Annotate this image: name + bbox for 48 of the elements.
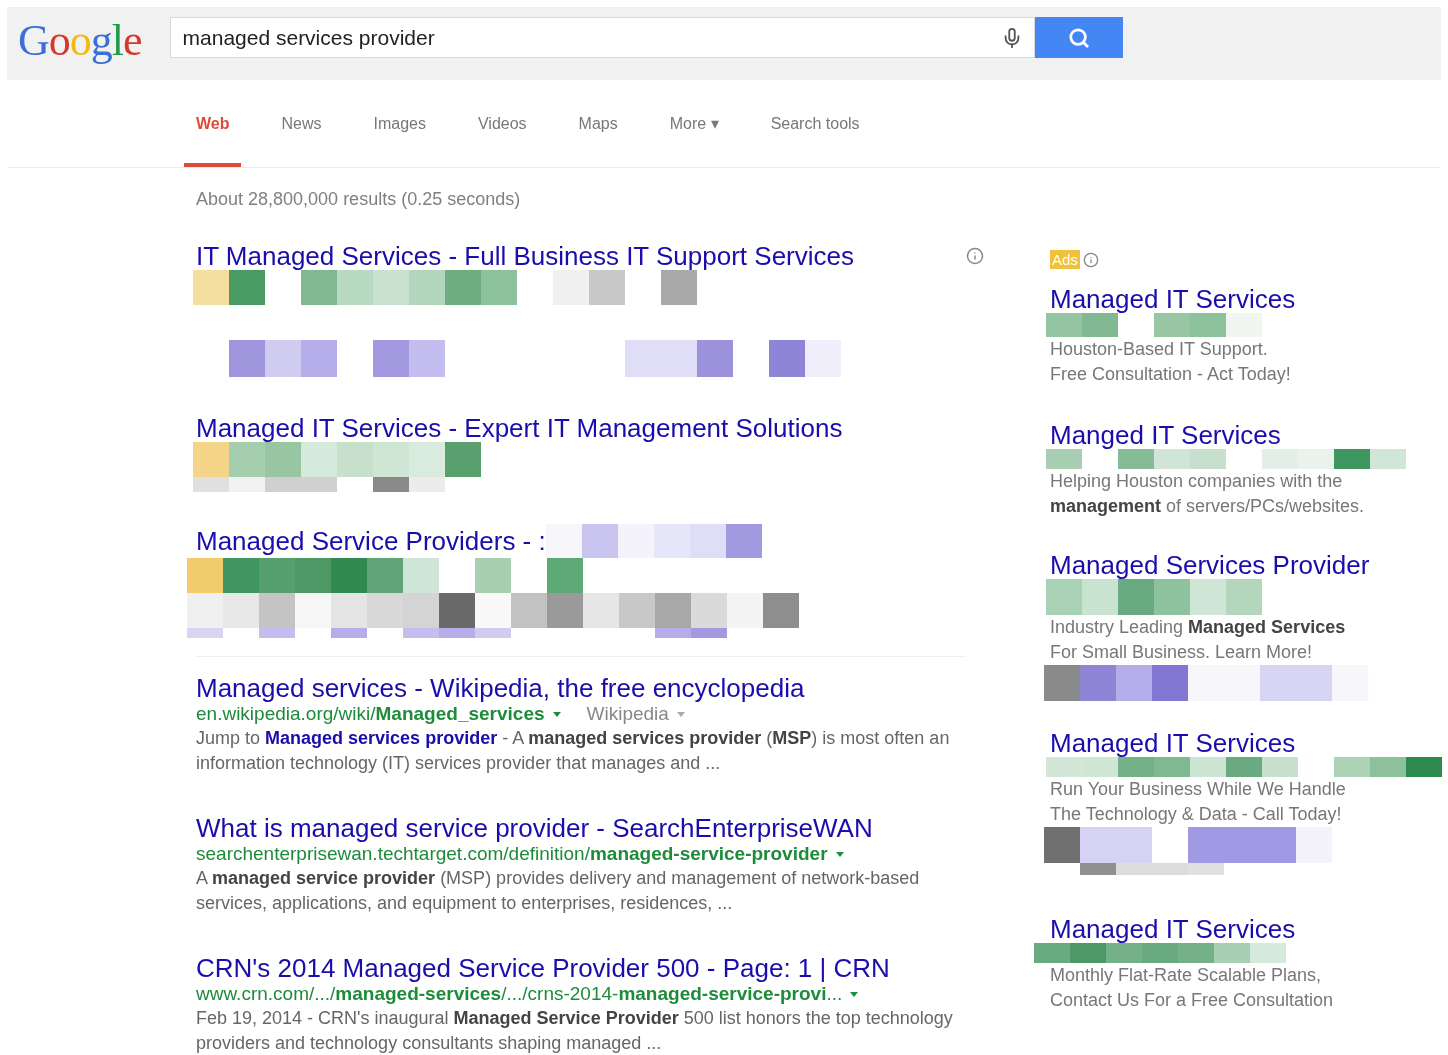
result-title[interactable]: What is managed service provider - SearchEnterpriseWAN [196,814,873,842]
result-stats: About 28,800,000 results (0.25 seconds) [196,188,521,210]
ad-text: Helping Houston companies with the [1050,470,1343,493]
search-field[interactable]: managed services provider [169,17,1035,58]
info-icon[interactable] [966,247,984,265]
search-tab[interactable]: Maps [566,80,630,167]
result-title[interactable]: Managed Service Providers - : [196,527,546,555]
ad-text: Industry Leading Managed Services [1050,616,1346,639]
ad-text: Monthly Flat-Rate Scalable Plans, [1050,964,1322,987]
ad-text: Houston-Based IT Support. [1050,338,1268,361]
result-snippet: Jump to Managed services provider - A managed services provider (MSP) is most often an information technology (IT) services provider that manages and ... [196,727,951,775]
result-url: www.crn.com/.../managed-services/.../crns-2014-managed-service-provi... [196,982,843,1006]
ad-text: Run Your Business While We Handle [1050,778,1346,801]
search-tab[interactable]: Search tools [758,80,872,167]
ad-title[interactable]: Managed IT Services [1050,285,1296,313]
google-logo: Google [18,17,142,65]
ad-text: Contact Us For a Free Consultation [1050,989,1334,1012]
ad-text: management of servers/PCs/websites. [1050,495,1365,518]
search-tab[interactable]: More ▾ [657,80,731,167]
result-snippet: A managed service provider (MSP) provides delivery and management of network-based services, applications, and equipment to enterprises, residences, ... [196,867,921,915]
search-icon [1067,26,1090,49]
search-tab[interactable]: Videos [465,80,539,167]
ads-badge: Ads [1050,250,1080,269]
result-url: en.wikipedia.org/wiki/Managed_services [196,702,545,726]
ad-title[interactable]: Manged IT Services [1050,421,1281,449]
search-tab[interactable]: Web [184,80,242,167]
result-title[interactable]: Managed IT Services - Expert IT Management Solutions [196,414,843,442]
caret-icon[interactable] [676,711,685,717]
result-title[interactable]: Managed services - Wikipedia, the free encyclopedia [196,674,805,702]
result-title[interactable]: CRN's 2014 Managed Service Provider 500 - Page: 1 | CRN [196,954,890,982]
search-tab[interactable]: News [269,80,334,167]
caret-icon[interactable] [835,851,844,857]
caret-icon[interactable] [552,711,561,717]
info-icon[interactable] [1082,251,1099,268]
caret-icon[interactable] [850,991,859,997]
ad-title[interactable]: Managed IT Services [1050,729,1296,757]
source-label: Wikipedia [586,702,669,726]
jump-link[interactable]: Managed services provider [265,728,498,748]
ad-text: Free Consultation - Act Today! [1050,363,1291,386]
result-url: searchenterprisewan.techtarget.com/definition/managed-service-provider [196,842,828,866]
ad-text: The Technology & Data - Call Today! [1050,803,1342,826]
search-tab[interactable]: Images [361,80,438,167]
search-button[interactable] [1034,17,1123,58]
ad-title[interactable]: Managed Services Provider [1050,551,1370,579]
ad-text: For Small Business. Learn More! [1050,641,1313,664]
ad-title[interactable]: Managed IT Services [1050,915,1296,943]
result-title[interactable]: IT Managed Services - Full Business IT Support Services [196,242,854,270]
result-snippet: Feb 19, 2014 - CRN's inaugural Managed Service Provider 500 list honors the top technology providers and technology consultants shaping managed ... [196,1007,954,1055]
